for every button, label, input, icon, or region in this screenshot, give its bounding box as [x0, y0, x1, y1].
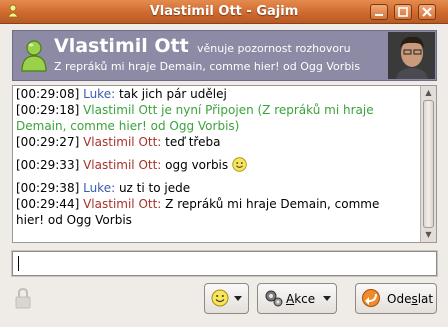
online-person-icon	[21, 40, 47, 72]
dropdown-arrow-icon	[323, 296, 331, 301]
text-caret	[18, 256, 19, 271]
message-line: [00:29:27] Vlastimil Ott: teď třeba	[16, 134, 416, 150]
message-line: [00:29:08] Luke: tak jich pár udělej	[16, 86, 416, 102]
message-text: Z repráků mi hraje Demain, comme	[161, 197, 380, 211]
maximize-icon	[398, 7, 408, 17]
smile-emoticon-icon	[232, 157, 247, 172]
status-change-text: Vlastimil Ott je nyní Připojen (Z reprák…	[79, 103, 374, 117]
message-text: hier! od Ogg Vorbis	[16, 213, 132, 227]
nickname: Vlastimil Ott:	[83, 158, 162, 172]
message-line: [00:29:18] Vlastimil Ott je nyní Připoje…	[16, 102, 416, 118]
status-message: Z repráků mi hraje Demain, comme hier! o…	[54, 60, 361, 73]
scroll-down-arrow-icon[interactable]: ▼	[422, 228, 435, 242]
smile-emoticon-icon	[211, 289, 229, 307]
avatar[interactable]	[388, 32, 435, 79]
send-label: Odeslat	[387, 292, 434, 306]
avatar-photo	[388, 32, 435, 79]
send-arrow-icon	[362, 289, 380, 307]
contact-name: Vlastimil Ott	[54, 35, 189, 57]
actions-button[interactable]: Akce	[257, 283, 337, 314]
encryption-lock-icon[interactable]	[14, 287, 32, 309]
actions-gears-icon	[265, 290, 283, 307]
chat-state: věnuje pozornost rozhovoru	[197, 42, 351, 55]
scroll-up-arrow-icon[interactable]: ▲	[422, 86, 435, 100]
timestamp: [00:29:33]	[16, 158, 80, 172]
message-text: teď třeba	[161, 135, 221, 149]
message-line: [00:29:44] Vlastimil Ott: Z repráků mi h…	[16, 196, 416, 212]
message-text: tak jich pár udělej	[115, 87, 227, 101]
timestamp: [00:29:18]	[16, 103, 80, 117]
close-button[interactable]	[418, 4, 436, 20]
emoticons-button[interactable]	[204, 283, 249, 314]
conversation-scrollbar[interactable]: ▲ ▼	[420, 86, 436, 242]
maximize-button[interactable]	[394, 4, 412, 20]
timestamp: [00:29:38]	[16, 181, 80, 195]
message-line-continued: hier! od Ogg Vorbis	[16, 212, 416, 228]
minimize-icon	[375, 14, 383, 16]
message-line: [00:29:38] Luke: uz ti to jede	[16, 180, 416, 196]
message-line-continued: Demain, comme hier! od Ogg Vorbis)	[16, 118, 416, 134]
scrollbar-thumb[interactable]	[423, 100, 434, 228]
close-icon	[422, 7, 432, 17]
send-button[interactable]: Odeslat	[355, 283, 437, 314]
nickname: Luke:	[83, 87, 116, 101]
message-text: ogg vorbis	[161, 158, 232, 172]
nickname: Luke:	[83, 181, 116, 195]
actions-label: Akce	[286, 292, 316, 306]
nickname: Vlastimil Ott:	[83, 197, 162, 211]
conversation-view[interactable]: [00:29:08] Luke: tak jich pár udělej [00…	[12, 85, 437, 243]
title-bar[interactable]: Vlastimil Ott - Gajim	[0, 0, 448, 24]
message-list: [00:29:08] Luke: tak jich pár udělej [00…	[16, 86, 416, 228]
dropdown-arrow-icon	[234, 296, 242, 301]
timestamp: [00:29:08]	[16, 87, 80, 101]
message-text: uz ti to jede	[115, 181, 191, 195]
minimize-button[interactable]	[370, 4, 388, 20]
nickname: Vlastimil Ott:	[83, 135, 162, 149]
message-line: [00:29:33] Vlastimil Ott: ogg vorbis	[16, 156, 416, 174]
timestamp: [00:29:27]	[16, 135, 80, 149]
timestamp: [00:29:44]	[16, 197, 80, 211]
status-change-text: Demain, comme hier! od Ogg Vorbis)	[16, 119, 240, 133]
contact-banner: Vlastimil Ott věnuje pozornost rozhovoru…	[12, 30, 437, 81]
message-input[interactable]	[11, 250, 438, 277]
